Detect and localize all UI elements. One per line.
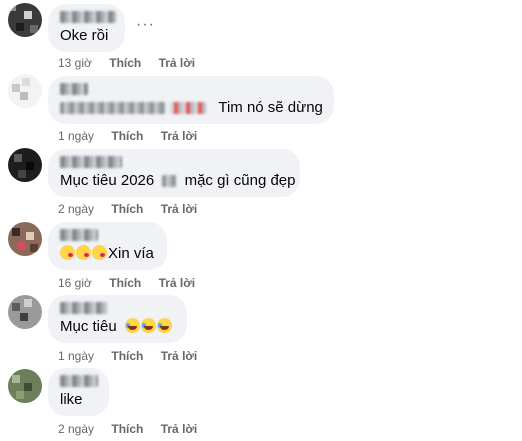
kiss-emoji <box>92 245 107 260</box>
reply-button[interactable]: Trả lời <box>161 129 198 143</box>
reply-button[interactable]: Trả lời <box>161 202 198 216</box>
comment-time[interactable]: 13 giờ <box>58 56 92 70</box>
comment-actions: 1 ngày Thích Trả lời <box>58 349 211 363</box>
reply-button[interactable]: Trả lời <box>159 276 196 290</box>
redacted-text <box>162 175 177 188</box>
reply-button[interactable]: Trả lời <box>161 422 198 436</box>
ellipsis-icon[interactable]: ··· <box>136 16 155 34</box>
avatar[interactable] <box>8 74 42 108</box>
reply-button[interactable]: Trả lời <box>159 56 196 70</box>
reply-button[interactable]: Trả lời <box>161 349 198 363</box>
kiss-emoji <box>76 245 91 260</box>
commenter-name-redacted[interactable] <box>60 229 98 241</box>
laugh-cry-emoji <box>124 318 140 333</box>
redacted-text <box>170 102 207 115</box>
commenter-name-redacted[interactable] <box>60 83 88 95</box>
redacted-text <box>60 102 166 115</box>
commenter-name-redacted[interactable] <box>60 156 122 168</box>
comment-text: Tim nó sẽ dừng <box>218 99 323 116</box>
avatar[interactable] <box>8 295 42 329</box>
comment-time[interactable]: 2 ngày <box>58 202 94 216</box>
like-button[interactable]: Thích <box>111 202 143 216</box>
comment-bubble: Mục tiêu <box>48 295 187 343</box>
comment-actions: 1 ngày Thích Trả lời <box>58 129 211 143</box>
comment-actions: 2 ngày Thích Trả lời <box>58 202 211 216</box>
comment-bubble: Oke rồi <box>48 4 125 52</box>
comment-text: mặc gì cũng đẹp <box>184 172 296 189</box>
commenter-name-redacted[interactable] <box>60 302 108 314</box>
comment-actions: 16 giờ Thích Trả lời <box>58 276 209 290</box>
comment-bubble: Xin vía <box>48 222 167 270</box>
comment-text-row: Mục tiêu <box>60 317 173 337</box>
like-button[interactable]: Thích <box>111 349 143 363</box>
comment-text: Xin vía <box>108 245 154 262</box>
comment-time[interactable]: 2 ngày <box>58 422 94 436</box>
laugh-cry-emoji <box>140 318 156 333</box>
comment-actions: 2 ngày Thích Trả lời <box>58 422 211 436</box>
comment-text-row: Tim nó sẽ dừng <box>60 98 323 118</box>
like-button[interactable]: Thích <box>111 129 143 143</box>
comment-bubble: Mục tiêu 2026 mặc gì cũng đẹp <box>48 149 300 197</box>
avatar[interactable] <box>8 222 42 256</box>
comment-text: like <box>60 391 83 408</box>
comment-text: Oke rồi <box>60 27 109 44</box>
comment-bubble: like <box>48 368 109 416</box>
avatar[interactable] <box>8 3 42 37</box>
commenter-name-redacted[interactable] <box>60 11 116 23</box>
comment-text-row: Xin vía <box>60 244 154 264</box>
commenter-name-redacted[interactable] <box>60 375 98 387</box>
like-button[interactable]: Thích <box>111 422 143 436</box>
comment-time[interactable]: 1 ngày <box>58 349 94 363</box>
comment-text: Mục tiêu <box>60 318 117 335</box>
avatar[interactable] <box>8 369 42 403</box>
comment-text-row: Mục tiêu 2026 mặc gì cũng đẹp <box>60 171 295 191</box>
comment-bubble: Tim nó sẽ dừng <box>48 76 334 124</box>
comment-text: Mục tiêu 2026 <box>60 172 155 189</box>
avatar[interactable] <box>8 148 42 182</box>
comment-time[interactable]: 1 ngày <box>58 129 94 143</box>
comment-actions: 13 giờ Thích Trả lời <box>58 56 209 70</box>
comment-time[interactable]: 16 giờ <box>58 276 92 290</box>
laugh-cry-emoji <box>156 318 172 333</box>
kiss-emoji <box>60 245 75 260</box>
like-button[interactable]: Thích <box>109 276 141 290</box>
like-button[interactable]: Thích <box>109 56 141 70</box>
